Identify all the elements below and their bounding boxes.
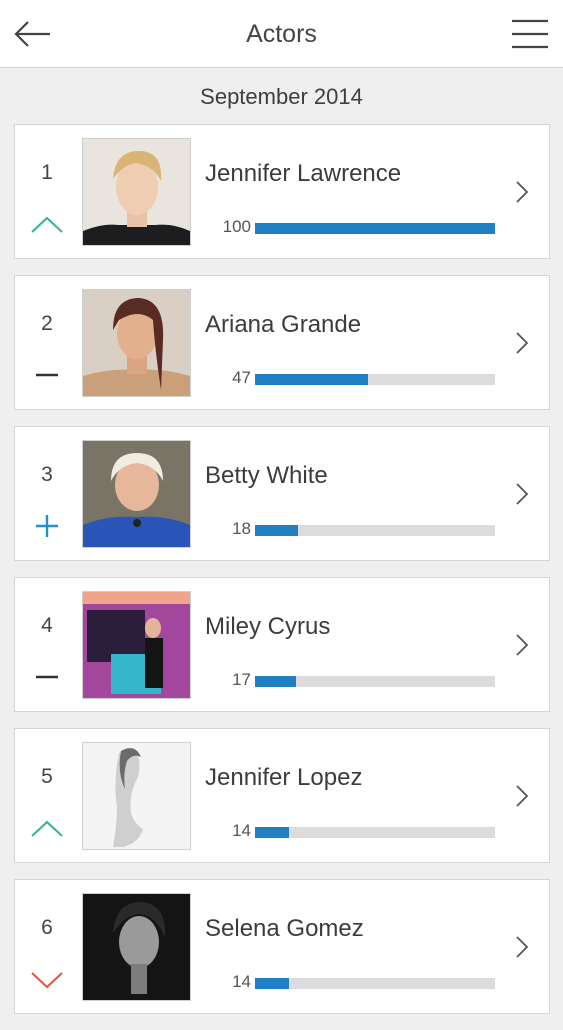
actor-name: Betty White (205, 462, 328, 489)
actor-score: 100 (222, 217, 251, 236)
trend-up-icon (31, 216, 63, 233)
trend-new-icon (36, 515, 58, 537)
actor-name: Jennifer Lopez (205, 764, 363, 791)
top-bar: Actors (0, 0, 563, 68)
chevron-right-icon (516, 936, 529, 958)
list-item[interactable]: 6 Selena Gomez 14 (14, 879, 550, 1014)
chevron-right-icon (516, 634, 529, 656)
popularity-bar-fill (255, 374, 368, 385)
trend-unchanged-icon (36, 373, 58, 377)
actor-photo (82, 138, 191, 246)
actor-photo (82, 289, 191, 397)
hamburger-menu-icon (512, 19, 548, 49)
actor-name: Miley Cyrus (205, 613, 331, 640)
actor-list: 1 Jennifer Lawrence 100 2 Ariana Grande … (14, 124, 550, 1030)
popularity-bar-fill (255, 827, 289, 838)
popularity-bar-fill (255, 525, 299, 536)
trend-down-icon (31, 972, 63, 989)
chevron-right-icon (516, 483, 529, 505)
rank-number: 3 (41, 463, 53, 486)
list-item[interactable]: 2 Ariana Grande 47 (14, 275, 550, 410)
list-item[interactable]: 4 Miley Cyrus 17 (14, 577, 550, 712)
rank-number: 2 (41, 312, 53, 335)
actor-photo (82, 440, 191, 548)
popularity-bar (255, 374, 495, 385)
chevron-right-icon (516, 785, 529, 807)
popularity-bar (255, 525, 495, 536)
actor-photo (82, 742, 191, 850)
rank-number: 5 (41, 765, 53, 788)
actor-score: 18 (232, 519, 251, 538)
popularity-bar (255, 827, 495, 838)
actor-score: 47 (232, 368, 251, 387)
list-item[interactable]: 1 Jennifer Lawrence 100 (14, 124, 550, 259)
popularity-bar (255, 978, 495, 989)
popularity-bar (255, 223, 495, 234)
list-item[interactable]: 3 Betty White 18 (14, 426, 550, 561)
actor-photo (82, 893, 191, 1001)
actor-score: 14 (232, 972, 251, 991)
chevron-right-icon (516, 332, 529, 354)
popularity-bar-fill (255, 978, 289, 989)
rank-number: 6 (41, 916, 53, 939)
rank-number: 4 (41, 614, 53, 637)
actor-score: 17 (232, 670, 251, 689)
period-label: September 2014 (200, 84, 363, 109)
page-title: Actors (246, 20, 317, 48)
trend-unchanged-icon (36, 675, 58, 679)
trend-up-icon (31, 820, 63, 837)
actor-score: 14 (232, 821, 251, 840)
popularity-bar-fill (255, 676, 296, 687)
list-item[interactable]: 5 Jennifer Lopez 14 (14, 728, 550, 863)
popularity-bar-fill (255, 223, 495, 234)
chevron-right-icon (516, 181, 529, 203)
actor-photo (82, 591, 191, 699)
actor-name: Jennifer Lawrence (205, 160, 402, 187)
popularity-bar (255, 676, 495, 687)
menu-button[interactable] (511, 14, 549, 54)
actor-name: Ariana Grande (205, 311, 362, 338)
actor-name: Selena Gomez (205, 915, 364, 942)
rank-number: 1 (41, 161, 53, 184)
